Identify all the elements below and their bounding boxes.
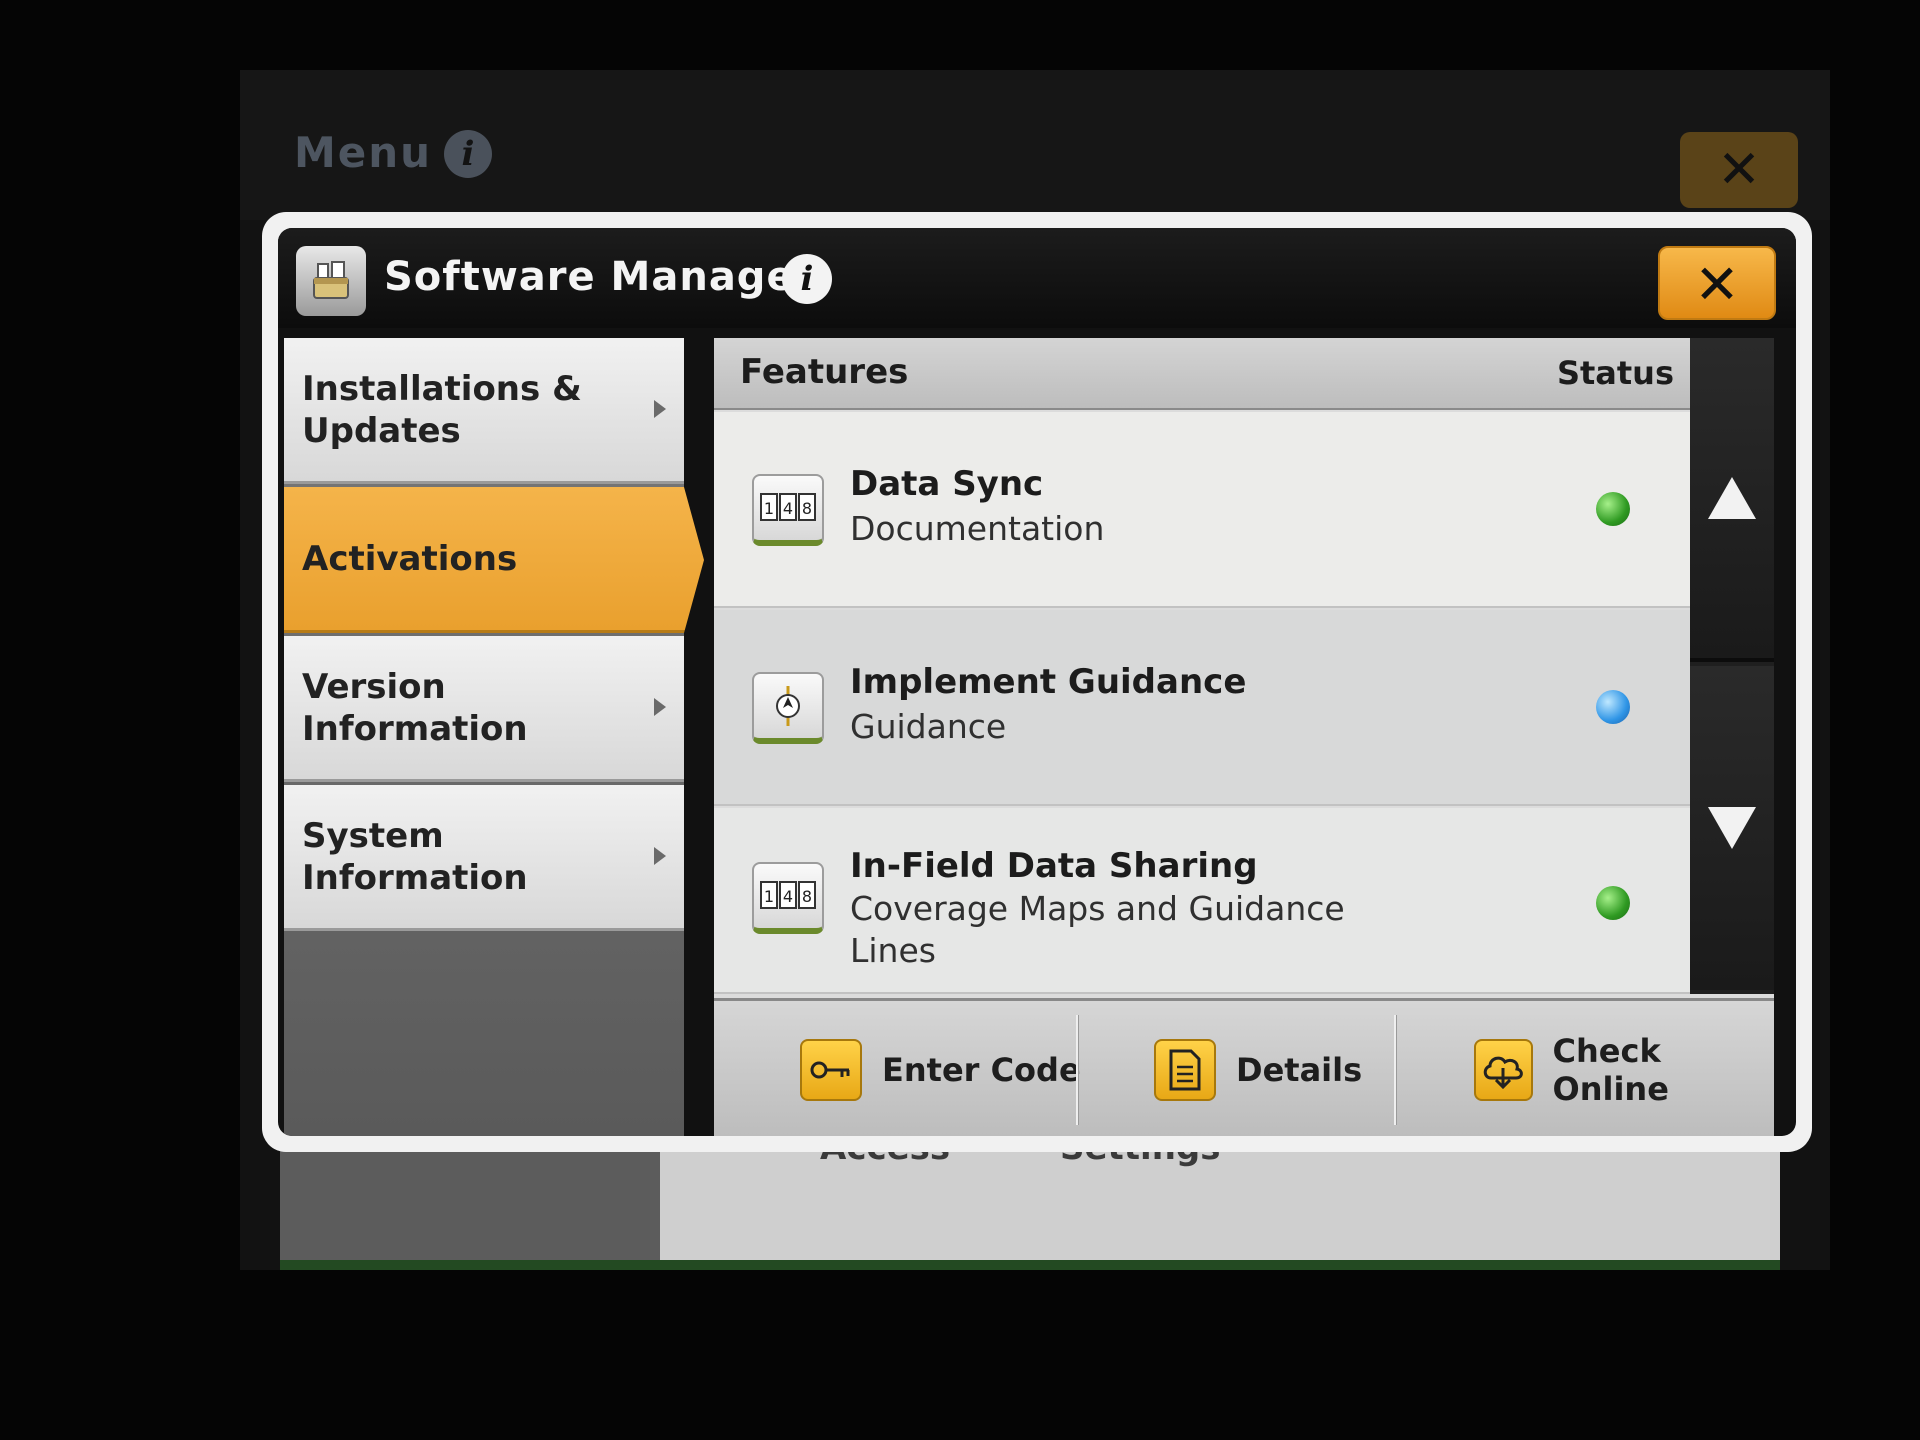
background-topbar: Menu i ✕ [240,70,1830,220]
sidebar-item-label: System Information [302,815,528,898]
sidebar-item-activations[interactable]: Activations [284,487,704,633]
counter-digit: 4 [783,499,793,518]
info-icon[interactable]: i [782,254,832,304]
counter-icon: 1 4 8 [752,474,824,546]
dialog-titlebar: Software Manager i ✕ [278,228,1796,328]
feature-description: Coverage Maps and Guidance Lines [850,889,1345,970]
toolbar-divider [1394,1015,1396,1125]
scroll-up-button[interactable] [1690,338,1774,662]
background-info-icon: i [444,130,492,178]
dialog-title: Software Manager [384,254,816,300]
details-button[interactable]: Details [1154,1001,1362,1136]
sidebar-item-label: Version Information [302,666,528,749]
table-row[interactable]: Implement Guidance Guidance [714,610,1690,806]
cloud-download-icon [1474,1039,1533,1101]
status-indicator-trial [1596,690,1630,724]
features-table-header: Features Status [714,338,1690,410]
scroll-down-button[interactable] [1690,666,1774,990]
sidebar-item-version-information[interactable]: Version Information [284,636,684,782]
arrow-down-icon [1708,807,1756,849]
sidebar-item-installations-updates[interactable]: Installations & Updates [284,338,684,484]
chevron-right-icon [654,400,666,418]
status-indicator-active [1596,492,1630,526]
chevron-right-icon [654,847,666,865]
sidebar-item-label: Activations [302,538,518,579]
features-panel: Features Status 1 4 8 Data Sync Document… [714,338,1774,1136]
arrow-up-icon [1708,477,1756,519]
implement-guidance-icon [752,672,824,744]
enter-code-button[interactable]: Enter Code [800,1001,1081,1136]
counter-digit: 1 [764,887,774,906]
table-row[interactable]: 1 4 8 In-Field Data Sharing Coverage Map… [714,808,1690,994]
enter-code-label: Enter Code [882,1051,1081,1089]
counter-digit: 8 [802,499,812,518]
table-row[interactable]: 1 4 8 Data Sync Documentation [714,412,1690,608]
close-button[interactable]: ✕ [1658,246,1776,320]
action-toolbar: Enter Code Details Check Online [714,998,1774,1136]
key-icon [800,1039,862,1101]
document-icon [1154,1039,1216,1101]
features-column-header: Features [740,352,909,392]
check-online-label: Check Online [1552,1032,1669,1108]
toolbar-divider [1076,1015,1078,1125]
background-close-icon: ✕ [1680,132,1798,208]
sidebar: Installations & Updates Activations Vers… [284,338,704,1136]
chevron-right-icon [654,698,666,716]
counter-digit: 8 [802,887,812,906]
feature-description: Documentation [850,509,1105,548]
software-manager-icon [296,246,366,316]
dialog-body: Software Manager i ✕ Installations & Upd… [278,228,1796,1136]
software-manager-dialog: Software Manager i ✕ Installations & Upd… [262,212,1812,1152]
scrollbar [1690,338,1774,994]
feature-name: Data Sync [850,464,1044,504]
feature-name: In-Field Data Sharing [850,846,1258,886]
check-online-button[interactable]: Check Online [1474,1001,1774,1136]
counter-digit: 1 [764,499,774,518]
status-indicator-active [1596,886,1630,920]
counter-digit: 4 [783,887,793,906]
details-label: Details [1236,1051,1363,1089]
background-menu-title: Menu [294,128,433,177]
feature-name: Implement Guidance [850,662,1247,702]
sidebar-item-label: Installations & Updates [302,368,582,451]
counter-icon: 1 4 8 [752,862,824,934]
sidebar-item-system-information[interactable]: System Information [284,785,684,931]
feature-description: Guidance [850,707,1007,746]
status-column-header: Status [1556,354,1674,392]
